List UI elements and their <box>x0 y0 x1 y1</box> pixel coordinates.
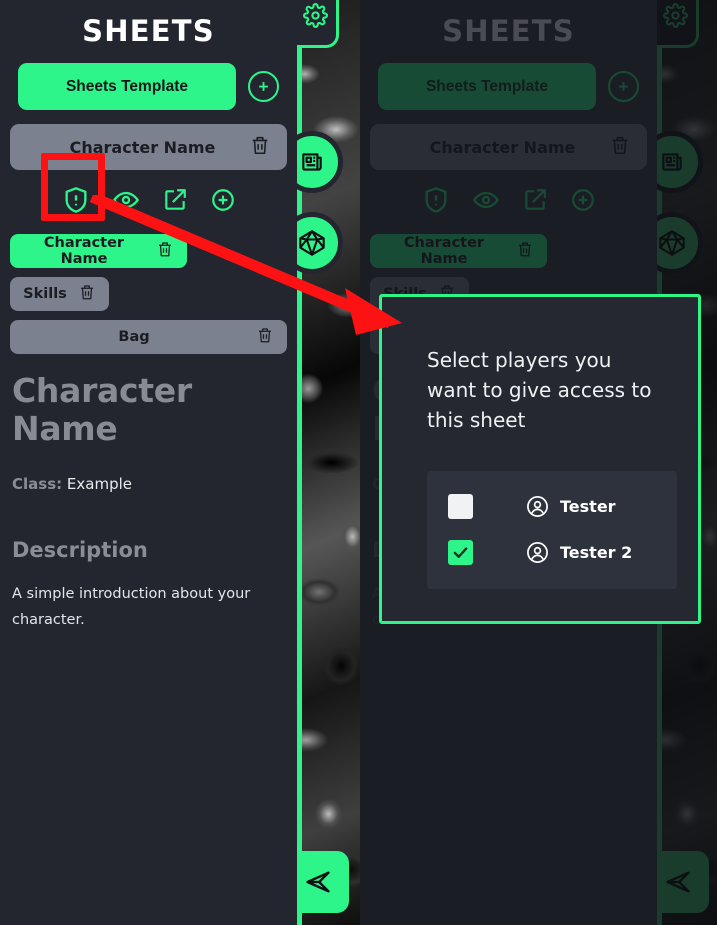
d20-dice-icon <box>659 230 685 256</box>
sheets-panel: SHEETS Sheets Template Character Name Ch… <box>0 0 297 925</box>
player-name: Tester 2 <box>560 542 633 562</box>
send-button[interactable] <box>297 851 349 913</box>
player-row-tester-2[interactable]: Tester 2 <box>427 529 677 575</box>
texture-rail-left <box>297 0 360 925</box>
player-row-tester[interactable]: Tester <box>427 483 677 529</box>
gear-icon <box>663 2 688 28</box>
add-tab-icon[interactable] <box>210 187 236 217</box>
check-icon <box>453 546 468 558</box>
page-title: SHEETS <box>82 14 215 48</box>
tab-character-name[interactable]: Character Name <box>10 234 187 268</box>
permissions-shield-icon-dimmed[interactable] <box>422 186 450 218</box>
trash-icon <box>159 242 171 257</box>
template-row: Sheets Template <box>0 63 297 110</box>
tab-label: Character Name <box>403 235 485 267</box>
visibility-eye-icon-dimmed[interactable] <box>472 186 500 218</box>
tab-label: Character Name <box>43 235 125 267</box>
delete-tab-button[interactable] <box>156 240 175 262</box>
settings-button[interactable] <box>297 0 339 48</box>
news-icon <box>662 153 682 171</box>
add-sheet-button[interactable] <box>248 71 279 102</box>
trash-icon <box>252 136 268 155</box>
sheet-tabs: Character Name Skills Bag <box>0 234 297 354</box>
access-modal: Select players you want to give access t… <box>379 294 701 624</box>
player-checkbox-tester-2[interactable] <box>448 539 473 565</box>
open-external-icon-dimmed[interactable] <box>522 187 548 217</box>
delete-sheet-button-dimmed[interactable] <box>609 134 635 160</box>
selected-sheet-label-dimmed: Character Name <box>429 137 576 157</box>
trash-icon <box>519 242 531 257</box>
player-access-list: Tester Tester 2 <box>427 471 677 589</box>
delete-sheet-button[interactable] <box>249 134 275 160</box>
sheet-content: Character Name Class: Example Descriptio… <box>0 372 297 634</box>
sheets-template-button-dimmed[interactable]: Sheets Template <box>378 63 596 110</box>
open-external-icon[interactable] <box>162 187 188 217</box>
send-icon <box>306 871 330 893</box>
annotation-highlight-box <box>41 153 105 221</box>
selected-sheet-bar-dimmed[interactable]: Character Name <box>370 124 647 170</box>
plus-icon <box>259 82 268 91</box>
class-label: Class: <box>12 474 63 493</box>
send-button-right[interactable] <box>657 851 709 913</box>
player-identity: Tester <box>526 495 616 518</box>
settings-button-right[interactable] <box>657 0 699 48</box>
plus-icon <box>619 82 628 91</box>
add-sheet-button-dimmed[interactable] <box>608 71 639 102</box>
page-title-dimmed: SHEETS <box>442 14 575 48</box>
user-circle-icon <box>527 495 548 517</box>
trash-icon <box>612 136 628 155</box>
description-heading: Description <box>12 537 148 562</box>
tab-label: Bag <box>118 329 150 345</box>
sheets-template-button[interactable]: Sheets Template <box>18 63 236 110</box>
gear-icon <box>303 2 328 28</box>
character-name-heading: Character Name <box>12 371 192 448</box>
description-text: A simple introduction about your charact… <box>12 585 251 629</box>
player-name: Tester <box>560 496 616 516</box>
sheet-actions-row-dimmed <box>360 184 657 220</box>
tab-label: Skills <box>23 286 67 302</box>
tab-bag[interactable]: Bag <box>10 320 287 354</box>
delete-tab-button[interactable] <box>78 283 97 305</box>
trash-icon <box>81 285 93 300</box>
d20-dice-icon <box>299 230 325 256</box>
player-checkbox-tester[interactable] <box>448 493 473 519</box>
user-circle-icon <box>527 541 548 563</box>
tab-character-name-dimmed[interactable]: Character Name <box>370 234 547 268</box>
class-value: Example <box>66 474 132 493</box>
add-tab-icon-dimmed[interactable] <box>570 187 596 217</box>
visibility-eye-icon[interactable] <box>112 186 140 218</box>
trash-icon <box>259 328 271 343</box>
player-identity: Tester 2 <box>526 541 632 564</box>
app-root: SHEETS Sheets Template Character Name Ch… <box>0 0 717 925</box>
access-modal-title: Select players you want to give access t… <box>427 348 652 432</box>
news-icon <box>302 153 322 171</box>
class-line: Class: Example <box>12 475 285 493</box>
delete-tab-button[interactable] <box>256 326 275 348</box>
send-icon <box>666 871 690 893</box>
template-row-dimmed: Sheets Template <box>360 63 657 110</box>
delete-tab-button[interactable] <box>516 240 535 262</box>
tab-skills[interactable]: Skills <box>10 277 109 311</box>
